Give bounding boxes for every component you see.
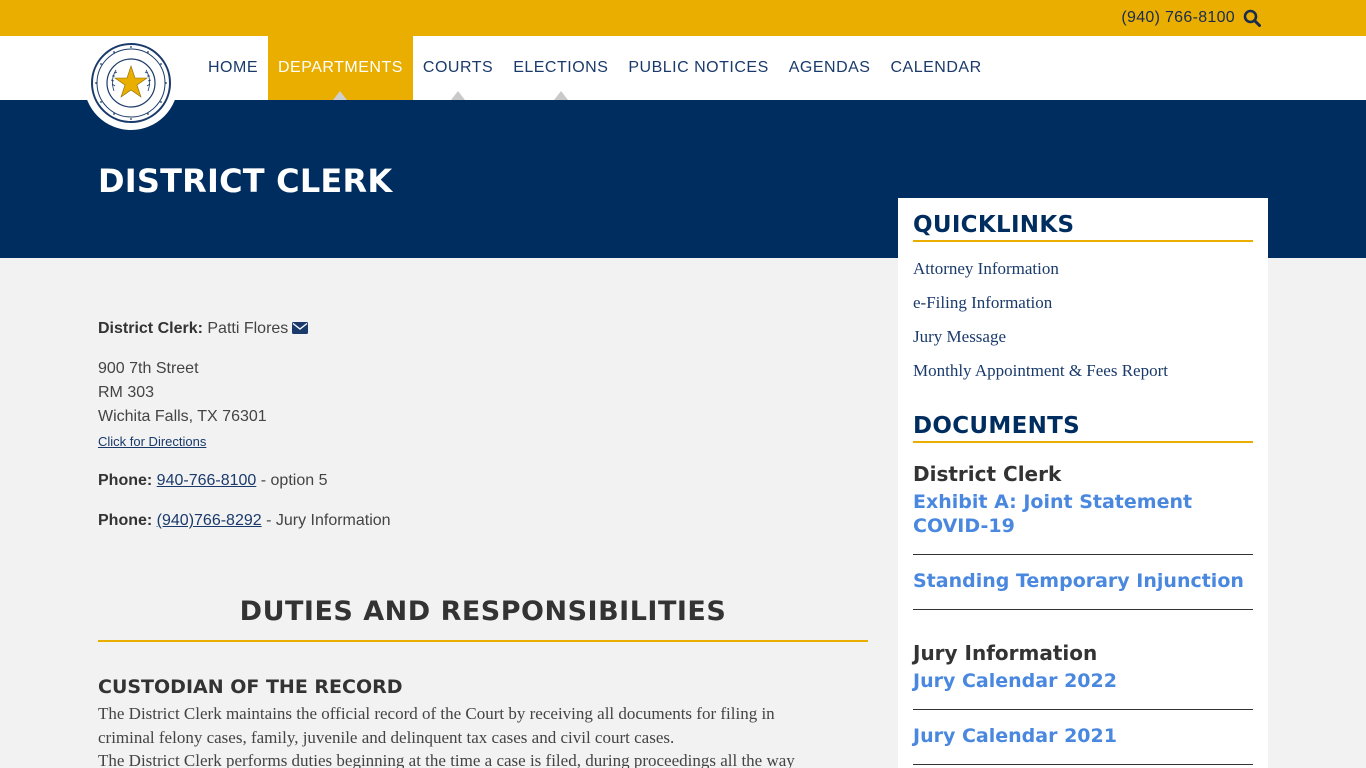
custodian-heading: CUSTODIAN OF THE RECORD <box>98 676 403 698</box>
nav-home-label: HOME <box>208 59 258 76</box>
phone2-link[interactable]: (940)766-8292 <box>157 512 262 529</box>
address-line-3: Wichita Falls, TX 76301 <box>98 408 267 425</box>
dropdown-caret-icon <box>553 91 568 100</box>
paragraph-line: The District Clerk performs duties begin… <box>98 751 795 768</box>
doc-exhibit-a-link[interactable]: Exhibit A: Joint Statement COVID-19 <box>913 490 1253 538</box>
primary-nav: HOME DEPARTMENTS COURTS ELECTIONS PUBLIC… <box>198 36 992 100</box>
phone-line-1: Phone: 940-766-8100 - option 5 <box>98 469 327 493</box>
doc-group-district-clerk: District Clerk <box>913 462 1062 486</box>
doc-jury-calendar-2021-link[interactable]: Jury Calendar 2021 <box>913 724 1117 748</box>
clerk-line: District Clerk: Patti Flores <box>98 317 309 341</box>
top-utility-bar: (940) 766-8100 <box>0 0 1366 36</box>
search-icon[interactable] <box>1243 9 1261 27</box>
sidebar-panel: QUICKLINKS Attorney Information e-Filing… <box>898 198 1268 768</box>
phone1-note: - option 5 <box>256 472 328 489</box>
doc-divider <box>913 709 1253 710</box>
documents-heading: DOCUMENTS <box>913 413 1253 443</box>
doc-divider <box>913 764 1253 765</box>
header-phone[interactable]: (940) 766-8100 <box>1121 9 1235 27</box>
nav-elections[interactable]: ELECTIONS <box>503 36 618 100</box>
quicklink-jury-message[interactable]: Jury Message <box>913 320 1253 354</box>
nav-courts-label: COURTS <box>422 59 494 76</box>
nav-courts[interactable]: COURTS <box>413 36 503 100</box>
nav-public-notices-label: PUBLIC NOTICES <box>628 59 769 76</box>
seal-image <box>91 43 171 123</box>
nav-departments[interactable]: DEPARTMENTS <box>268 36 413 100</box>
nav-elections-label: ELECTIONS <box>513 59 609 76</box>
nav-departments-label: DEPARTMENTS <box>278 59 403 76</box>
nav-agendas[interactable]: AGENDAS <box>779 36 881 100</box>
phone1-label: Phone: <box>98 472 153 489</box>
phone1-link[interactable]: 940-766-8100 <box>157 472 257 489</box>
paragraph-line: The District Clerk maintains the officia… <box>98 704 775 723</box>
doc-divider <box>913 554 1253 555</box>
quicklink-attorney-information[interactable]: Attorney Information <box>913 252 1253 286</box>
dropdown-caret-icon <box>333 91 348 100</box>
quicklinks-heading: QUICKLINKS <box>913 212 1253 242</box>
doc-exhibit-a-line1: Exhibit A: Joint Statement <box>913 491 1193 513</box>
address-line-2: RM 303 <box>98 384 155 401</box>
doc-divider <box>913 609 1253 610</box>
duties-divider <box>98 640 868 642</box>
address-line-1: 900 7th Street <box>98 360 199 377</box>
documents-section: DOCUMENTS <box>913 413 1253 443</box>
duties-heading: DUTIES AND RESPONSIBILITIES <box>239 596 727 627</box>
nav-public-notices[interactable]: PUBLIC NOTICES <box>618 36 778 100</box>
doc-exhibit-a-line2: COVID-19 <box>913 515 1015 537</box>
envelope-icon[interactable] <box>292 322 309 334</box>
page-title: DISTRICT CLERK <box>98 162 393 200</box>
doc-standing-temporary-injunction-link[interactable]: Standing Temporary Injunction <box>913 569 1244 593</box>
nav-agendas-label: AGENDAS <box>788 59 871 76</box>
phone2-note: - Jury Information <box>261 512 391 529</box>
phone2-label: Phone: <box>98 512 153 529</box>
phone-line-2: Phone: (940)766-8292 - Jury Information <box>98 509 391 533</box>
county-seal-logo[interactable] <box>84 36 178 130</box>
paragraph-line: criminal felony cases, family, juvenile … <box>98 728 675 747</box>
nav-calendar-label: CALENDAR <box>890 59 982 76</box>
directions-link[interactable]: Click for Directions <box>98 434 206 449</box>
nav-calendar[interactable]: CALENDAR <box>880 36 991 100</box>
clerk-name: Patti Flores <box>207 320 289 337</box>
dropdown-caret-icon <box>451 91 466 100</box>
doc-jury-calendar-2022-link[interactable]: Jury Calendar 2022 <box>913 669 1117 693</box>
quicklink-efiling-information[interactable]: e-Filing Information <box>913 286 1253 320</box>
quicklink-monthly-appointment-fees[interactable]: Monthly Appointment & Fees Report <box>913 354 1253 388</box>
doc-group-jury-information: Jury Information <box>913 641 1098 665</box>
nav-home[interactable]: HOME <box>198 36 268 100</box>
quicklinks-section: QUICKLINKS Attorney Information e-Filing… <box>913 212 1253 388</box>
clerk-label: District Clerk: <box>98 320 203 337</box>
